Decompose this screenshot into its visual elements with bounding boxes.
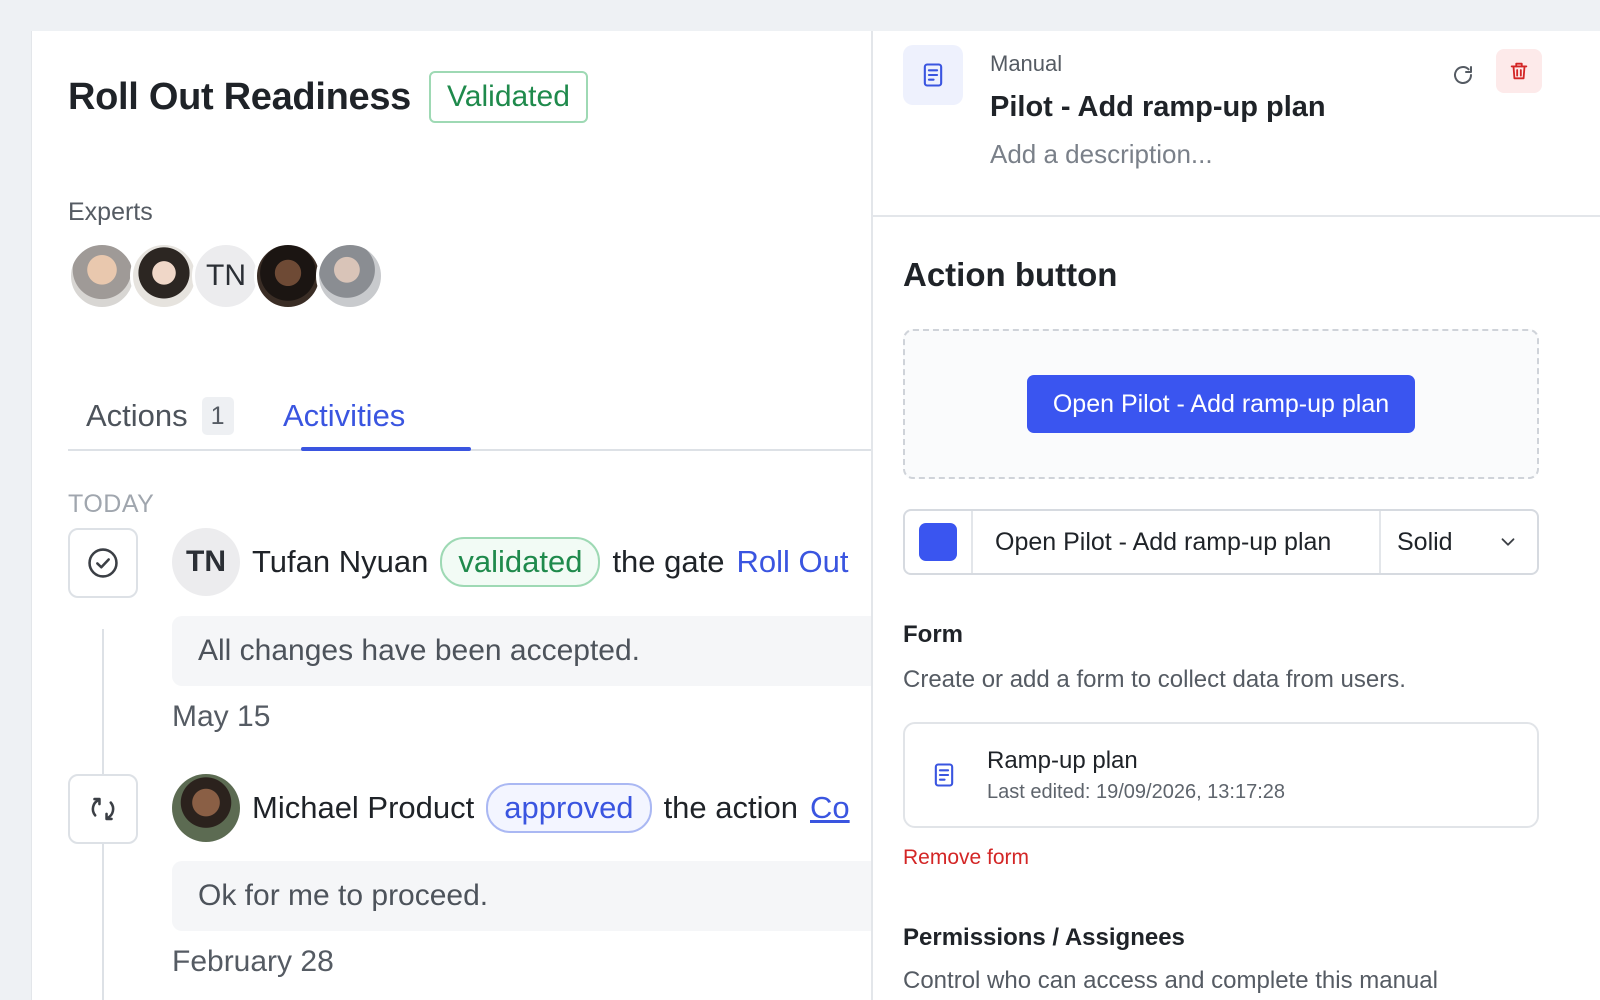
remove-form-link[interactable]: Remove form [903, 846, 1029, 870]
activity-item: Michael Product approved the action Co [172, 774, 850, 842]
activity-text: the action [663, 790, 798, 825]
action-button-config: Solid [903, 509, 1539, 575]
status-badge[interactable]: Validated [429, 71, 588, 123]
color-picker[interactable] [905, 511, 973, 573]
button-style-value: Solid [1397, 527, 1453, 556]
form-name: Ramp-up plan [987, 746, 1138, 774]
expert-avatar[interactable] [130, 242, 198, 310]
permissions-section-description: Control who can access and complete this… [903, 967, 1438, 994]
preview-action-button[interactable]: Open Pilot - Add ramp-up plan [1026, 375, 1416, 433]
action-title[interactable]: Pilot - Add ramp-up plan [990, 91, 1326, 124]
refresh-icon [68, 774, 138, 844]
button-label-input[interactable] [973, 511, 1381, 573]
activity-item: TN Tufan Nyuan validated the gate Roll O… [172, 528, 848, 596]
action-kind-label: Manual [990, 51, 1063, 76]
tab-actions[interactable]: Actions 1 [86, 381, 234, 451]
description-field[interactable]: Add a description... [990, 139, 1213, 170]
tab-activities[interactable]: Activities [283, 381, 405, 451]
delete-button[interactable] [1496, 49, 1542, 93]
color-swatch [919, 523, 957, 561]
page-title: Roll Out Readiness [68, 75, 412, 118]
activity-target-link[interactable]: Co [810, 790, 850, 826]
expert-avatar[interactable]: TN [192, 242, 260, 310]
activity-date: May 15 [172, 700, 271, 733]
tab-bar: Actions 1 Activities [68, 381, 891, 451]
activity-user[interactable]: Tufan Nyuan [252, 544, 428, 580]
active-tab-indicator [301, 447, 471, 451]
activity-group-label: TODAY [68, 490, 155, 518]
activity-text: the gate [612, 544, 725, 579]
refresh-icon [1454, 66, 1472, 84]
check-circle-icon [68, 528, 138, 598]
form-section-label: Form [903, 621, 963, 648]
panel-header: Manual Pilot - Add ramp-up plan Add a de… [873, 31, 1600, 217]
chevron-down-icon [1501, 538, 1515, 546]
activity-user[interactable]: Michael Product [252, 790, 474, 826]
action-button-section-title: Action button [903, 256, 1118, 293]
action-detail-panel: Manual Pilot - Add ramp-up plan Add a de… [871, 31, 1600, 1000]
trash-icon [1510, 62, 1528, 80]
experts-avatar-group[interactable]: TN [68, 242, 384, 310]
tab-actions-count: 1 [201, 397, 234, 435]
activity-date: February 28 [172, 945, 334, 978]
activity-comment: Ok for me to proceed. [172, 861, 891, 931]
form-document-icon [927, 760, 961, 790]
expert-avatar[interactable] [254, 242, 322, 310]
experts-label: Experts [68, 198, 153, 226]
tab-activities-label: Activities [283, 398, 406, 433]
expert-avatar[interactable] [316, 242, 384, 310]
tab-actions-label: Actions [86, 398, 188, 433]
action-button-preview: Open Pilot - Add ramp-up plan [903, 329, 1539, 479]
refresh-button[interactable] [1445, 57, 1481, 93]
activity-verb-badge: approved [486, 783, 652, 833]
permissions-section-label: Permissions / Assignees [903, 924, 1185, 951]
activity-comment: All changes have been accepted. [172, 616, 891, 686]
expert-avatar[interactable] [68, 242, 136, 310]
gate-main-view: Roll Out Readiness Validated Experts TN … [31, 31, 891, 1000]
form-card[interactable]: Ramp-up plan Last edited: 19/09/2026, 13… [903, 722, 1539, 828]
title-row: Roll Out Readiness Validated [68, 71, 588, 123]
button-style-select[interactable]: Solid [1381, 511, 1537, 573]
avatar[interactable]: TN [172, 528, 240, 596]
form-section-description: Create or add a form to collect data fro… [903, 666, 1406, 693]
activity-verb-badge: validated [440, 537, 601, 587]
form-last-edited: Last edited: 19/09/2026, 13:17:28 [987, 780, 1286, 803]
avatar[interactable] [172, 774, 240, 842]
activity-target-link[interactable]: Roll Out [736, 544, 848, 580]
document-icon [903, 45, 963, 105]
